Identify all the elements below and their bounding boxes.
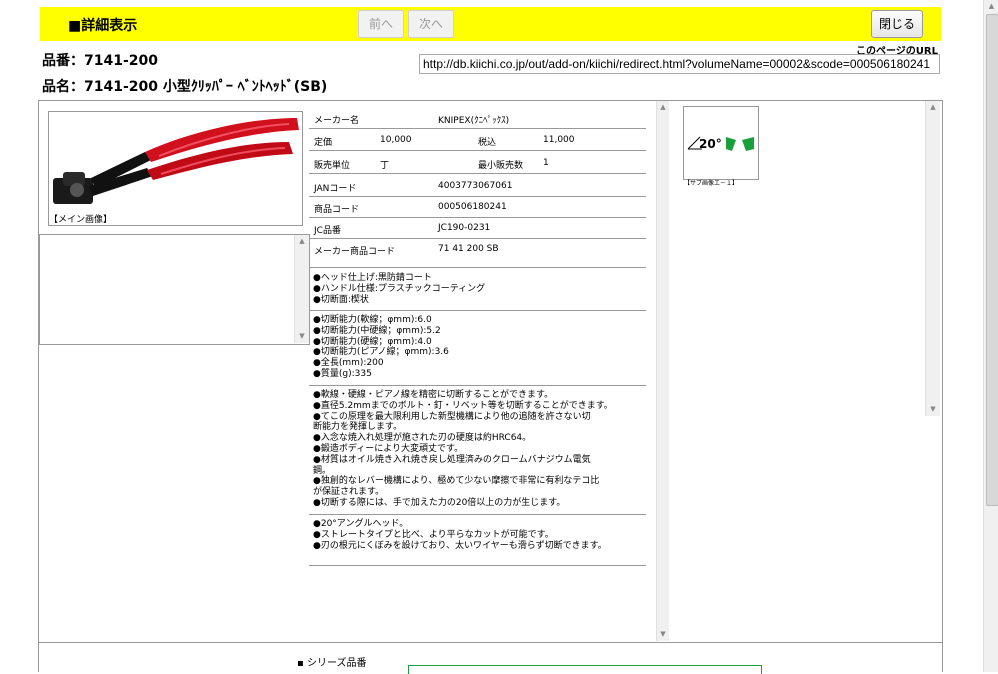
spec-row-price: 定価 10,000 税込 11,000 bbox=[309, 130, 646, 151]
minqty-value: 1 bbox=[543, 158, 549, 168]
spec-row-jan: JANコード 4003773067061 bbox=[309, 176, 646, 197]
feature-block-1: ●ヘッド仕上げ:黒防錆コート ●ハンドル仕様:プラスチックコーティング ●切断面… bbox=[313, 273, 645, 305]
feature-line: 鋼。 bbox=[313, 465, 332, 476]
close-button[interactable]: 閉じる bbox=[871, 10, 923, 38]
price-label: 定価 bbox=[314, 138, 333, 148]
maker-value: KNIPEX(ｸﾆﾍﾟｯｸｽ) bbox=[438, 116, 510, 126]
series-label: ▪ シリーズ品番 bbox=[297, 654, 366, 669]
feature-block-3: ●軟線・硬線・ピアノ線を精密に切断することができます。 ●直径5.2mmまでのボ… bbox=[313, 390, 645, 509]
main-image-caption: 【メイン画像】 bbox=[49, 215, 113, 225]
sub-image-caption: 【サブ画像エ－１】 bbox=[684, 180, 739, 187]
scroll-up-icon[interactable]: ▲ bbox=[984, 2, 998, 11]
spec-row-maker-item: メーカー商品コード 71 41 200 SB bbox=[309, 239, 646, 268]
jc-value: JC190-0231 bbox=[438, 223, 491, 233]
main-image[interactable] bbox=[48, 111, 303, 226]
feature-block-4: ●20°アングルヘッド。 ●ストレートタイプと比べ、より平らなカットが可能です。… bbox=[313, 519, 645, 551]
scroll-down-icon[interactable]: ▼ bbox=[657, 630, 669, 639]
sub-image[interactable]: 20° bbox=[683, 106, 759, 180]
scroll-down-icon[interactable]: ▼ bbox=[926, 405, 940, 414]
sub-list-scrollbar[interactable]: ▲ ▼ bbox=[294, 235, 309, 343]
spec-row-unit: 販売単位 丁 最小販売数 1 bbox=[309, 153, 646, 174]
feature-block-2: ●切断能力(軟線；φmm):6.0 ●切断能力(中硬線；φmm):5.2 ●切断… bbox=[313, 315, 645, 380]
product-code: 品番：7141-200 bbox=[42, 53, 158, 69]
feature-line: ●20°アングルヘッド。 bbox=[313, 519, 409, 529]
maker-label: メーカー名 bbox=[314, 116, 360, 126]
product-name: 品名：7141-200 小型ｸﾘｯﾊﾟｰ ﾍﾞﾝﾄﾍｯﾄﾞ(SB) bbox=[42, 79, 328, 95]
feature-line: ●ハンドル仕様:プラスチックコーティング bbox=[313, 283, 486, 294]
maker-item-label: メーカー商品コード bbox=[314, 247, 396, 257]
page-scrollbar[interactable]: ▲ bbox=[983, 0, 998, 672]
angle-head-image: 20° bbox=[687, 136, 754, 151]
taxin-label: 税込 bbox=[478, 138, 497, 148]
jan-label: JANコード bbox=[314, 184, 357, 194]
feature-line: ●刃の根元にくぼみを設けており、太いワイヤーも滑らず切断できます。 bbox=[313, 540, 607, 551]
series-label-text: シリーズ品番 bbox=[306, 658, 367, 669]
bullet-icon: ▪ bbox=[297, 658, 307, 669]
sub-image-scrollbar[interactable]: ▲ ▼ bbox=[925, 101, 940, 416]
feature-line: ●全長(mm):200 bbox=[313, 358, 384, 369]
divider bbox=[309, 514, 646, 515]
angle-label: 20° bbox=[699, 137, 722, 151]
feature-line: ●切断能力(ピアノ線；φmm):3.6 bbox=[313, 347, 449, 358]
spec-row-maker: メーカー名 KNIPEX(ｸﾆﾍﾟｯｸｽ) bbox=[309, 108, 646, 129]
scroll-up-icon[interactable]: ▲ bbox=[657, 103, 669, 112]
maker-item-value: 71 41 200 SB bbox=[438, 244, 499, 254]
feature-line: ●ストレートタイプと比べ、より平らなカットが可能です。 bbox=[313, 529, 554, 540]
next-button[interactable]: 次へ bbox=[408, 10, 454, 38]
spec-scrollbar[interactable]: ▲ ▼ bbox=[656, 101, 669, 641]
page-scroll-thumb[interactable] bbox=[986, 14, 998, 506]
unit-label: 販売単位 bbox=[314, 161, 351, 171]
feature-line: ●切断能力(中硬線；φmm):5.2 bbox=[313, 325, 441, 336]
minqty-label: 最小販売数 bbox=[478, 161, 524, 171]
page-title: ■詳細表示 bbox=[68, 18, 138, 34]
price-value: 10,000 bbox=[380, 135, 412, 145]
item-label: 商品コード bbox=[314, 205, 360, 215]
feature-line: ●直径5.2mmまでのボルト・釘・リベット等を切断することができます。 bbox=[313, 400, 613, 411]
spec-row-jc: JC品番 JC190-0231 bbox=[309, 218, 646, 239]
divider bbox=[309, 565, 646, 566]
feature-line: 断能力を発揮します。 bbox=[313, 422, 403, 433]
header-bar bbox=[40, 7, 941, 41]
unit-value: 丁 bbox=[380, 161, 390, 171]
feature-line: ●切断する際には、手で加えた力の20倍以上の力が生じます。 bbox=[313, 497, 566, 508]
feature-line: ●切断面:楔状 bbox=[313, 294, 369, 305]
page-url-field[interactable]: http://db.kiichi.co.jp/out/add-on/kiichi… bbox=[419, 54, 940, 74]
feature-line: ●てこの原理を最大限利用した新型機構により他の追随を許さない切 bbox=[313, 411, 591, 422]
prev-button[interactable]: 前へ bbox=[358, 10, 404, 38]
feature-line: ●切断能力(硬線；φmm):4.0 bbox=[313, 336, 432, 347]
feature-line: ●軟線・硬線・ピアノ線を精密に切断することができます。 bbox=[313, 390, 554, 400]
feature-line: ●切断能力(軟線；φmm):6.0 bbox=[313, 315, 432, 325]
feature-line: が保証されます。 bbox=[313, 487, 385, 498]
divider bbox=[309, 310, 646, 311]
feature-line: ●独創的なレバー機構により、極めて少ない摩擦で非常に有利なテコ比 bbox=[313, 476, 600, 487]
jc-label: JC品番 bbox=[314, 226, 341, 236]
sub-image-list: ▲ ▼ bbox=[39, 234, 310, 345]
scroll-up-icon[interactable]: ▲ bbox=[295, 237, 309, 246]
feature-line: ●質量(g):335 bbox=[313, 368, 372, 379]
feature-line: ●入念な焼入れ処理が施された刃の硬度は約HRC64。 bbox=[313, 433, 532, 444]
feature-line: ●ヘッド仕上げ:黒防錆コート bbox=[313, 273, 432, 283]
feature-line: ●材質はオイル焼き入れ焼き戻し処理済みのクロームバナジウム電気 bbox=[313, 454, 591, 465]
feature-line: ●鍛造ボディーにより大変頑丈です。 bbox=[313, 443, 464, 454]
divider bbox=[309, 385, 646, 386]
scroll-up-icon[interactable]: ▲ bbox=[926, 103, 940, 112]
jan-value: 4003773067061 bbox=[438, 181, 513, 191]
spec-row-item: 商品コード 000506180241 bbox=[309, 197, 646, 218]
item-value: 000506180241 bbox=[438, 202, 507, 212]
scroll-down-icon[interactable]: ▼ bbox=[295, 332, 309, 341]
taxin-value: 11,000 bbox=[543, 135, 575, 145]
cutter-pliers-image bbox=[53, 118, 299, 204]
series-table bbox=[408, 665, 762, 674]
